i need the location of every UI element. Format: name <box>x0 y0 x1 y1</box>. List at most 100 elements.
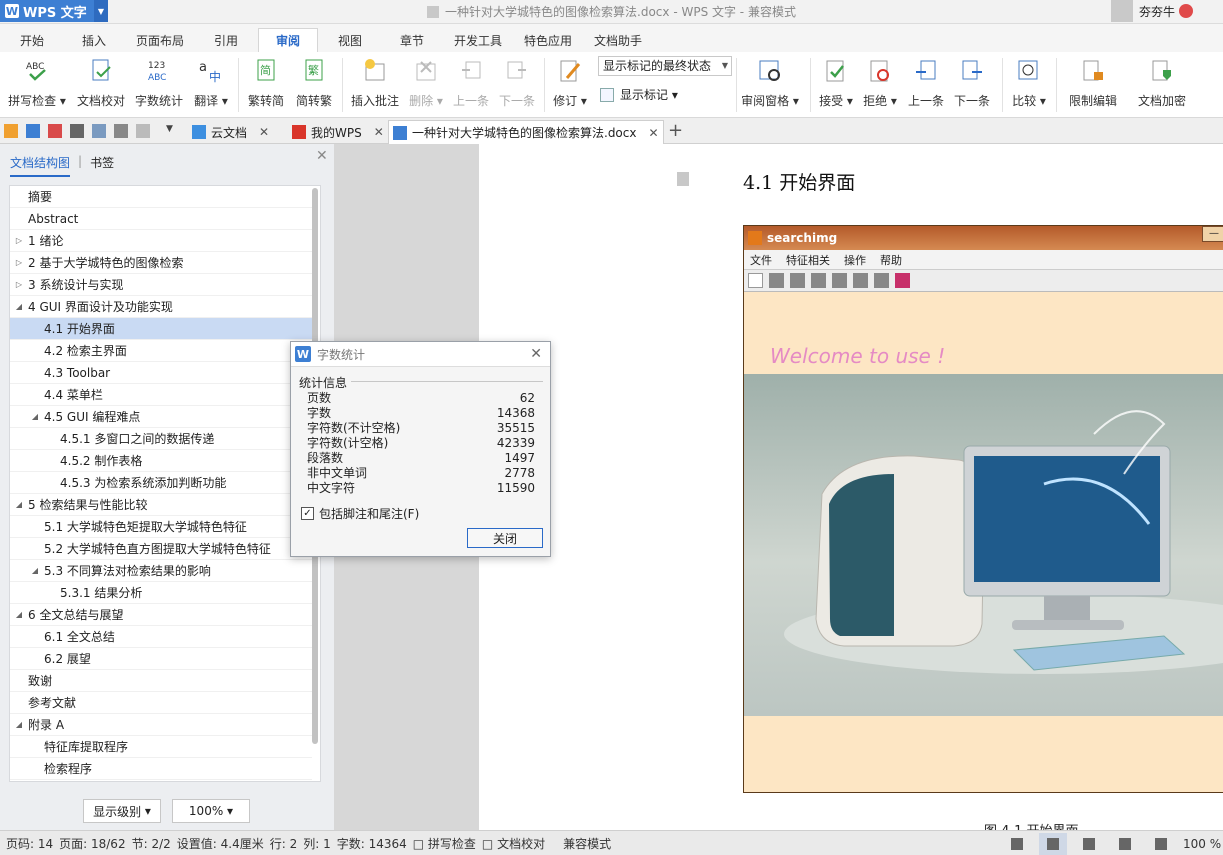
expand-toggle-icon[interactable]: ◢ <box>14 500 24 509</box>
close-icon[interactable]: ✕ <box>259 125 269 139</box>
tab-bookmarks[interactable]: 书签 <box>90 154 114 177</box>
expand-toggle-icon[interactable]: ◢ <box>30 566 40 575</box>
outline-item[interactable]: 5.3.1 结果分析 <box>10 582 312 604</box>
tab-view[interactable]: 视图 <box>332 28 368 52</box>
outline-item[interactable]: 5.2 大学城特色直方图提取大学城特色特征 <box>10 538 312 560</box>
tab-insert[interactable]: 插入 <box>76 28 112 52</box>
outline-item[interactable]: ◢ 5 检索结果与性能比较 <box>10 494 312 516</box>
tab-current-document[interactable]: 一种针对大学城特色的图像检索算法.docx ✕ <box>388 120 664 144</box>
redo-icon[interactable] <box>136 124 150 138</box>
page-view-icon[interactable] <box>1039 832 1067 855</box>
status-item[interactable]: □ 拼写检查 <box>413 835 476 852</box>
compare-button[interactable]: 比较 ▾ <box>1008 56 1050 112</box>
zoom-level[interactable]: 100 % <box>1183 833 1223 855</box>
spell-check-button[interactable]: ABC 拼写检查 ▾ <box>6 56 68 112</box>
outline-item[interactable]: ▷ 2 基于大学城特色的图像检索 <box>10 252 312 274</box>
encrypt-doc-button[interactable]: 文档加密 <box>1134 56 1190 112</box>
outline-item[interactable]: ◢ 6 全文总结与展望 <box>10 604 312 626</box>
tab-references[interactable]: 引用 <box>208 28 244 52</box>
outline-item[interactable]: ▷ 3 系统设计与实现 <box>10 274 312 296</box>
tab-developer[interactable]: 开发工具 <box>450 28 506 52</box>
outline-item[interactable]: 4.3 Toolbar <box>10 362 312 384</box>
tab-page-layout[interactable]: 页面布局 <box>132 28 188 52</box>
close-icon[interactable]: ✕ <box>530 346 542 362</box>
next-change-button[interactable]: 下一条 <box>950 56 994 112</box>
outline-item[interactable]: ◢ 4 GUI 界面设计及功能实现 <box>10 296 312 318</box>
print-preview-icon[interactable] <box>92 124 106 138</box>
paragraph-marker-icon[interactable] <box>677 172 689 186</box>
outline-item[interactable]: 4.2 检索主界面 <box>10 340 312 362</box>
prev-comment-button[interactable]: 上一条 <box>450 56 492 112</box>
insert-comment-button[interactable]: 插入批注 <box>348 56 402 112</box>
outline-item[interactable]: 4.5.2 制作表格 <box>10 450 312 472</box>
undo-icon[interactable] <box>114 124 128 138</box>
reject-button[interactable]: 拒绝 ▾ <box>860 56 900 112</box>
save-icon[interactable] <box>26 124 40 138</box>
translate-button[interactable]: a中 翻译 ▾ <box>190 56 232 112</box>
expand-toggle-icon[interactable]: ◢ <box>30 412 40 421</box>
outline-item[interactable]: 参考文献 <box>10 692 312 714</box>
restrict-editing-button[interactable]: 限制编辑 <box>1062 56 1124 112</box>
simp-to-trad-button[interactable]: 繁 简转繁 <box>292 56 336 112</box>
close-icon[interactable]: ✕ <box>374 125 384 139</box>
outline-item[interactable]: 6.2 展望 <box>10 648 312 670</box>
notification-icon[interactable] <box>1179 4 1194 18</box>
outline-item[interactable]: 5.1 大学城特色矩提取大学城特色特征 <box>10 516 312 538</box>
outline-view-icon[interactable] <box>1075 833 1103 855</box>
tab-chapter[interactable]: 章节 <box>394 28 430 52</box>
accept-button[interactable]: 接受 ▾ <box>816 56 856 112</box>
expand-toggle-icon[interactable]: ▷ <box>14 258 24 267</box>
include-footnotes-checkbox[interactable]: ✓ 包括脚注和尾注(F) <box>301 505 419 522</box>
close-button[interactable]: 关闭 <box>467 528 543 548</box>
expand-toggle-icon[interactable]: ◢ <box>14 302 24 311</box>
prev-change-button[interactable]: 上一条 <box>904 56 948 112</box>
review-pane-button[interactable]: 审阅窗格 ▾ <box>740 56 800 112</box>
show-markup-button[interactable]: 显示标记 ▾ <box>600 86 678 103</box>
markup-state-select[interactable]: 显示标记的最终状态 ▼ <box>598 56 732 76</box>
tab-home[interactable]: 开始 <box>14 28 50 52</box>
outline-item[interactable]: ◢ 4.5 GUI 编程难点 <box>10 406 312 428</box>
trad-to-simp-button[interactable]: 简 繁转简 <box>244 56 288 112</box>
tab-my-wps[interactable]: 我的WPS ✕ <box>288 120 386 144</box>
expand-toggle-icon[interactable]: ▷ <box>14 280 24 289</box>
outline-item[interactable]: 4.1 开始界面 <box>10 318 312 340</box>
outline-item[interactable]: 检索程序 <box>10 758 312 780</box>
tab-special[interactable]: 特色应用 <box>520 28 576 52</box>
tab-cloud-docs[interactable]: 云文档 ✕ <box>188 120 284 144</box>
outline-item[interactable]: 4.5.1 多窗口之间的数据传递 <box>10 428 312 450</box>
document-page[interactable]: 4.1 开始界面 searchimg — □ ✕ 文件 特征相关 操作 帮助 <box>479 144 1223 830</box>
full-screen-view-icon[interactable] <box>1003 833 1031 855</box>
outline-zoom-select[interactable]: 100% ▾ <box>172 799 250 823</box>
outline-item[interactable]: 6.1 全文总结 <box>10 626 312 648</box>
expand-toggle-icon[interactable]: ◢ <box>14 610 24 619</box>
outline-item[interactable]: ◢ 附录 A <box>10 714 312 736</box>
word-count-button[interactable]: 123 ABC 字数统计 <box>132 56 186 112</box>
next-comment-button[interactable]: 下一条 <box>496 56 538 112</box>
outline-item[interactable]: 特征库提取程序 <box>10 736 312 758</box>
expand-toggle-icon[interactable]: ◢ <box>14 720 24 729</box>
delete-comment-button[interactable]: 删除 ▾ <box>406 56 446 112</box>
outline-item[interactable]: ◢ 5.3 不同算法对检索结果的影响 <box>10 560 312 582</box>
outline-item[interactable]: ▷ 1 绪论 <box>10 230 312 252</box>
tab-doc-assistant[interactable]: 文档助手 <box>590 28 646 52</box>
outline-item[interactable]: 4.4 菜单栏 <box>10 384 312 406</box>
tab-review[interactable]: 审阅 <box>258 28 318 52</box>
eye-protection-icon[interactable] <box>1147 833 1175 855</box>
tab-outline[interactable]: 文档结构图 <box>10 154 71 177</box>
expand-toggle-icon[interactable]: ▷ <box>14 236 24 245</box>
print-icon[interactable] <box>70 124 84 138</box>
open-icon[interactable] <box>4 124 18 138</box>
export-pdf-icon[interactable] <box>48 124 62 138</box>
status-item[interactable]: □ 文档校对 <box>482 835 545 852</box>
new-tab-icon[interactable]: + <box>668 120 683 141</box>
display-level-select[interactable]: 显示级别 ▾ <box>83 799 161 823</box>
close-icon[interactable]: ✕ <box>316 148 328 164</box>
outline-item[interactable]: 摘要 <box>10 186 312 208</box>
track-changes-button[interactable]: 修订 ▾ <box>550 56 590 112</box>
chevron-down-icon[interactable]: ▼ <box>166 124 180 138</box>
user-account[interactable]: 夯夯牛 <box>1111 0 1223 22</box>
web-view-icon[interactable] <box>1111 833 1139 855</box>
close-icon[interactable]: ✕ <box>648 126 658 140</box>
outline-item[interactable]: 致谢 <box>10 670 312 692</box>
doc-proof-button[interactable]: 文档校对 <box>74 56 128 112</box>
